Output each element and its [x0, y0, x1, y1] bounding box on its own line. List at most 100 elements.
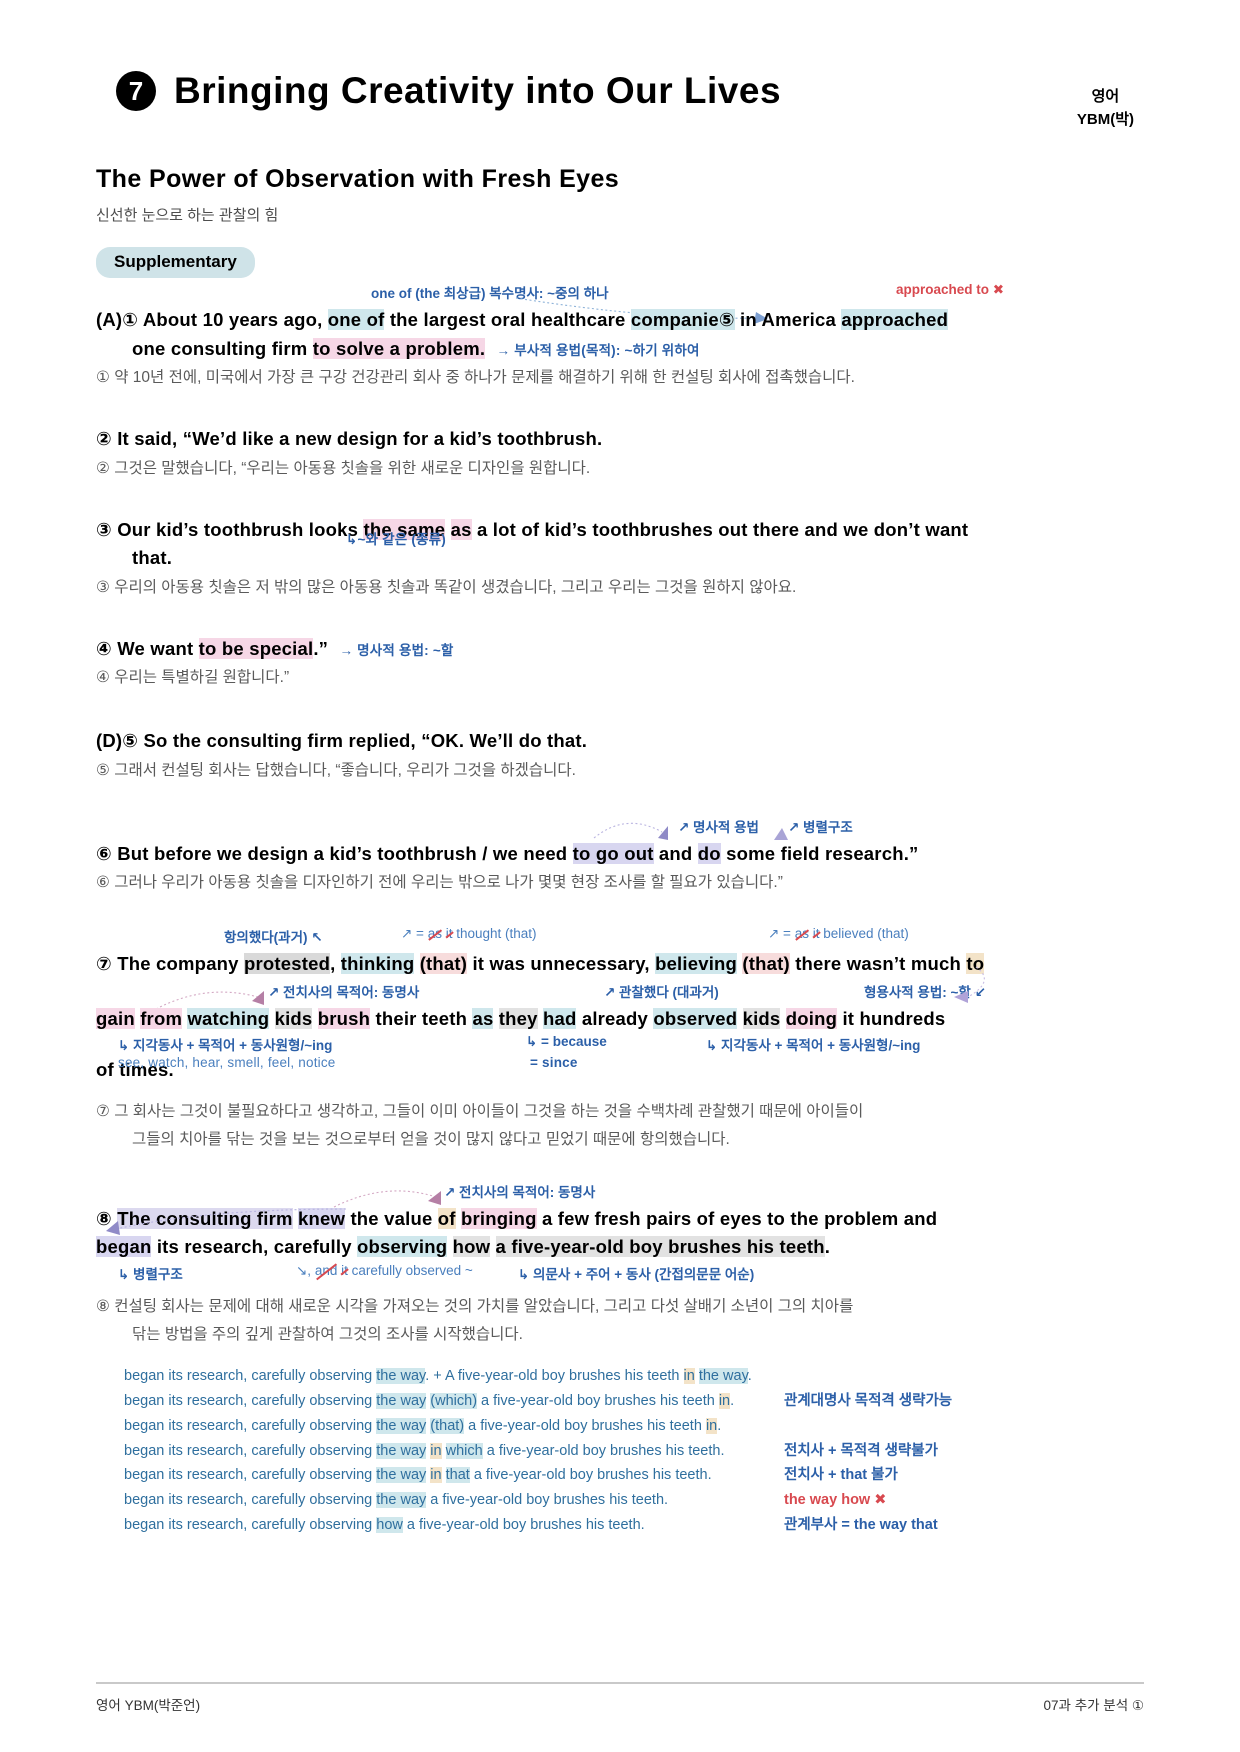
s7-believing-highlight: believing	[655, 953, 738, 975]
s8-knew-highlight: knew	[298, 1207, 346, 1229]
note-nominal-usage: → 명사적 용법: ~할	[339, 642, 454, 658]
s7-l1i: there wasn’t much	[795, 953, 962, 975]
variant-row: began its research, carefully observing …	[124, 1463, 1144, 1488]
variant-sentence: began its research, carefully observing …	[124, 1439, 784, 1464]
variant-highlight-blue: that	[445, 1467, 470, 1484]
variant-sentence-table: began its research, carefully observing …	[96, 1364, 1144, 1539]
s3-w4: a lot of kid’s toothbrushes out there an…	[476, 518, 969, 540]
sentence-1-korean: ① 약 10년 전에, 미국에서 가장 큰 구강 건강관리 회사 중 하나가 문…	[96, 369, 855, 387]
s7-doing-highlight: doing	[785, 1007, 838, 1029]
section-title-korean: 신선한 눈으로 하는 관찰의 힘	[96, 207, 279, 224]
variant-text: a five-year-old boy brushes his teeth	[477, 1392, 719, 1409]
sentence-block-6: ↗ 명사적 용법 ↗ 병렬구조 ⑥ But before we design a…	[96, 816, 1144, 896]
variant-row: began its research, carefully observing …	[124, 1513, 1144, 1538]
note-believing-equals: ↗ = as it believed (that)	[768, 926, 909, 942]
s8-observing-highlight: observing	[357, 1236, 448, 1258]
variant-sentence: began its research, carefully observing …	[124, 1513, 784, 1538]
footer-divider	[96, 1682, 1144, 1684]
s1-w5: in America	[740, 309, 836, 330]
sentence-7-english-line1: ⑦ The company protested, thinking (that)…	[96, 950, 1144, 979]
variant-highlight-blue: the way	[376, 1392, 427, 1409]
page-footer: 영어 YBM(박준언) 07과 추가 분석 ①	[96, 1682, 1144, 1714]
s7-protested-highlight: protested	[244, 953, 331, 975]
variant-note: 전치사 + that 불가	[784, 1467, 898, 1484]
s1-w1: About 10 years ago,	[142, 309, 323, 330]
note-parallel-structure-6: ↗ 병렬구조	[788, 819, 853, 835]
subject-label: 영어	[1091, 88, 1120, 105]
s7-l1a: The company	[117, 953, 239, 975]
variant-row: began its research, carefully observing …	[124, 1389, 1144, 1414]
sentence-4-english: ④ We want to be special.” → 명사적 용법: ~할	[96, 635, 1144, 664]
sentence-8-korean-line2: 닦는 방법을 주의 깊게 관찰하여 그것의 조사를 시작했습니다.	[132, 1325, 523, 1343]
s7-to-highlight: to	[966, 953, 985, 975]
page-title: Bringing Creativity into Our Lives	[174, 70, 782, 111]
sentence-1-english-line2: one consulting firm to solve a problem. …	[96, 335, 1144, 364]
strike-it-2: it	[812, 926, 820, 942]
s7-l2n: it hundreds	[842, 1007, 946, 1029]
s6-w1: But before we design a kid’s toothbrush …	[117, 842, 568, 864]
variant-text: a five-year-old boy brushes his teeth.	[482, 1442, 725, 1459]
s8-l1f: a few fresh pairs of eyes to the problem…	[541, 1207, 938, 1229]
variant-text: .	[730, 1392, 735, 1409]
variant-highlight-tan: in	[430, 1467, 442, 1484]
note-thinking-prefix: ↗ =	[401, 926, 428, 942]
note-since: = since	[530, 1054, 578, 1070]
s8-l1c: the value	[350, 1207, 433, 1229]
s6-w3: and	[658, 842, 693, 864]
variant-text: a five-year-old boy brushes his teeth.	[426, 1492, 669, 1509]
strike-as-1: as	[427, 926, 442, 942]
annotation-row-1: one of (the 최상급) 복수명사: ~중의 하나 approached…	[96, 282, 1144, 324]
s7-brush-highlight: brush	[317, 1007, 371, 1029]
supplementary-badge: Supplementary	[96, 247, 255, 278]
annotation-row-8: ↗ 전치사의 목적어: 동명사	[96, 1183, 1144, 1208]
sentence-block-8: ↗ 전치사의 목적어: 동명사 ⑧ The consulting firm kn…	[96, 1183, 1144, 1348]
s7-gain-highlight: gain	[96, 1007, 135, 1029]
s7-l1c: ,	[330, 953, 336, 975]
variant-sentence: began its research, carefully observing …	[124, 1463, 784, 1488]
variant-highlight-blue: the way	[376, 1492, 427, 1509]
s8-of-highlight: of	[437, 1207, 456, 1229]
sentence-block-3: ③ Our kid’s toothbrush looks the same as…	[96, 516, 1144, 601]
variant-sentence: began its research, carefully observing …	[124, 1389, 784, 1414]
sentence-7-english-line2: gain from watching kids brush their teet…	[96, 1005, 1144, 1034]
variant-text: began its research, carefully observing	[124, 1442, 377, 1459]
strike-and: and	[314, 1263, 338, 1279]
s1-label: (A)①	[96, 309, 139, 330]
s7-thinking-highlight: thinking	[340, 953, 415, 975]
variant-note: 관계부사 = the way that	[784, 1517, 938, 1534]
s3-label: ③	[96, 518, 112, 540]
note-and-it-prefix: ↘,	[296, 1263, 315, 1279]
note-parallel-structure-8: ↳ 병렬구조	[118, 1267, 183, 1283]
note-perception-verb-1: ↳ 지각동사 + 목적어 + 동사원형/~ing	[118, 1037, 333, 1053]
sentence-6-english: ⑥ But before we design a kid’s toothbrus…	[96, 840, 1144, 869]
variant-text: .	[747, 1367, 752, 1384]
s7-watching-highlight: watching	[187, 1007, 270, 1029]
note-the-same-as: ↳~와 같은 (종류)	[346, 532, 446, 548]
s7-label: ⑦	[96, 953, 112, 975]
s1-w8-highlight: to solve a problem.	[312, 337, 486, 359]
strike-it-3: it	[341, 1263, 348, 1279]
s7-kids1-highlight: kids	[274, 1007, 313, 1029]
variant-highlight-blue: how	[376, 1517, 403, 1534]
note-thinking-equals: ↗ = as it thought (that)	[401, 926, 537, 942]
strike-it-1: it	[445, 926, 453, 942]
note-perception-verb-list: see, watch, hear, smell, feel, notice	[118, 1054, 336, 1070]
s7-that2-highlight: (that)	[742, 953, 790, 975]
s6-label: ⑥	[96, 842, 112, 864]
s7-l2f: their teeth	[375, 1007, 468, 1029]
s4-w1: We want	[117, 637, 194, 659]
s8-how-highlight: how	[452, 1236, 491, 1258]
sentence-8-english-line2: began its research, carefully observing …	[96, 1208, 1144, 1262]
note-and-it-observed: ↘, and it carefully observed ~	[296, 1263, 473, 1279]
note-nominal-usage-6: ↗ 명사적 용법	[678, 819, 759, 835]
variant-highlight-blue: the way	[376, 1367, 426, 1384]
variant-row: began its research, carefully observing …	[124, 1488, 1144, 1513]
annotation-row-8b: ↳ 병렬구조 ↘, and it carefully observed ~ ↳ …	[96, 1263, 1144, 1287]
s1-w4-highlight: companie⑤	[630, 309, 735, 330]
strike-as-2: as	[794, 926, 809, 942]
variant-highlight-tan: in	[705, 1417, 718, 1434]
s7-had-highlight: had	[542, 1007, 577, 1029]
s1-w2-highlight: one of	[327, 309, 385, 330]
s1-w3: the largest oral healthcare	[389, 309, 626, 330]
publisher-info: 영어 YBM(박)	[1077, 70, 1144, 131]
